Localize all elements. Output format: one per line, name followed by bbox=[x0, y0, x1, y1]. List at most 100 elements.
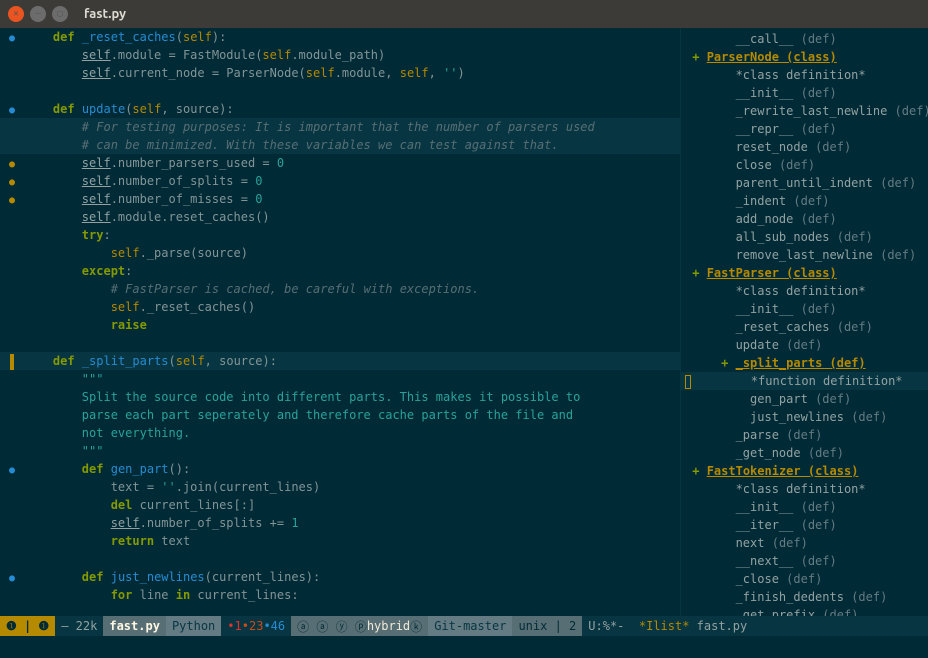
outline-item[interactable]: __init__ (def) bbox=[681, 300, 928, 318]
code-line[interactable]: self._reset_caches() bbox=[0, 298, 680, 316]
maximize-icon[interactable]: ▢ bbox=[52, 6, 68, 22]
code-line[interactable]: """ bbox=[0, 442, 680, 460]
gutter: ● bbox=[0, 568, 24, 586]
code-line[interactable]: self.module.reset_caches() bbox=[0, 208, 680, 226]
gutter bbox=[0, 478, 24, 496]
outline-item[interactable]: __init__ (def) bbox=[681, 84, 928, 102]
outline-item[interactable]: _indent (def) bbox=[681, 192, 928, 210]
outline-item[interactable]: *class definition* bbox=[681, 480, 928, 498]
gutter bbox=[0, 64, 24, 82]
outline-item[interactable]: *class definition* bbox=[681, 282, 928, 300]
outline-item[interactable]: add_node (def) bbox=[681, 210, 928, 228]
code-line[interactable]: try: bbox=[0, 226, 680, 244]
gutter bbox=[0, 514, 24, 532]
minimize-icon[interactable]: – bbox=[30, 6, 46, 22]
gutter bbox=[0, 406, 24, 424]
outline-item[interactable]: + FastParser (class) bbox=[681, 264, 928, 282]
outline-item[interactable]: close (def) bbox=[681, 156, 928, 174]
close-icon[interactable]: ✕ bbox=[8, 6, 24, 22]
gutter bbox=[0, 208, 24, 226]
outline-item[interactable]: _get_prefix (def) bbox=[681, 606, 928, 616]
sb-mode: Python bbox=[166, 616, 221, 636]
code-line[interactable]: ● self.number_of_misses = 0 bbox=[0, 190, 680, 208]
code-line[interactable]: # can be minimized. With these variables… bbox=[0, 136, 680, 154]
outline-item[interactable]: + FastTokenizer (class) bbox=[681, 462, 928, 480]
code-line[interactable] bbox=[0, 82, 680, 100]
code-line[interactable]: not everything. bbox=[0, 424, 680, 442]
sb-position: — 22k bbox=[55, 616, 103, 636]
code-line[interactable]: Split the source code into different par… bbox=[0, 388, 680, 406]
outline-item[interactable]: _close (def) bbox=[681, 570, 928, 588]
code-line[interactable]: ● self.number_of_splits = 0 bbox=[0, 172, 680, 190]
sb-minor: ⓐ ⓐ ⓨ ⓟ hybrid ⓚ bbox=[291, 616, 428, 636]
code-line[interactable]: parse each part seperately and therefore… bbox=[0, 406, 680, 424]
code-line[interactable]: for line in current_lines: bbox=[0, 586, 680, 604]
gutter bbox=[0, 244, 24, 262]
outline-item[interactable]: __repr__ (def) bbox=[681, 120, 928, 138]
outline-item[interactable]: _rewrite_last_newline (def) bbox=[681, 102, 928, 120]
outline-item[interactable]: __init__ (def) bbox=[681, 498, 928, 516]
gutter bbox=[0, 388, 24, 406]
code-line[interactable]: except: bbox=[0, 262, 680, 280]
gutter bbox=[0, 532, 24, 550]
code-line[interactable]: self.module = FastModule(self.module_pat… bbox=[0, 46, 680, 64]
outline-item[interactable]: *function definition* bbox=[681, 372, 928, 390]
gutter bbox=[0, 424, 24, 442]
outline-item[interactable]: _finish_dedents (def) bbox=[681, 588, 928, 606]
sb-filename: fast.py bbox=[103, 616, 166, 636]
outline-item[interactable]: next (def) bbox=[681, 534, 928, 552]
outline-item[interactable]: + _split_parts (def) bbox=[681, 354, 928, 372]
outline-item[interactable]: all_sub_nodes (def) bbox=[681, 228, 928, 246]
outline-item[interactable]: + ParserNode (class) bbox=[681, 48, 928, 66]
code-line[interactable]: self._parse(source) bbox=[0, 244, 680, 262]
code-line[interactable] bbox=[0, 334, 680, 352]
gutter: ● bbox=[0, 190, 24, 208]
outline-pane[interactable]: __call__ (def) + ParserNode (class) *cla… bbox=[680, 28, 928, 616]
gutter: ● bbox=[0, 28, 24, 46]
gutter bbox=[0, 118, 24, 136]
code-line[interactable] bbox=[0, 550, 680, 568]
outline-item[interactable]: __iter__ (def) bbox=[681, 516, 928, 534]
code-line[interactable]: ● def update(self, source): bbox=[0, 100, 680, 118]
code-line[interactable]: def _split_parts(self, source): bbox=[0, 352, 680, 370]
outline-item[interactable]: parent_until_indent (def) bbox=[681, 174, 928, 192]
code-line[interactable]: self.current_node = ParserNode(self.modu… bbox=[0, 64, 680, 82]
outline-item[interactable]: __next__ (def) bbox=[681, 552, 928, 570]
statusbar: ❶ | ❶ — 22k fast.py Python •1 •23 •46 ⓐ … bbox=[0, 616, 928, 636]
code-line[interactable]: ● def gen_part(): bbox=[0, 460, 680, 478]
outline-item[interactable]: _get_node (def) bbox=[681, 444, 928, 462]
sb-encoding: unix | 2 bbox=[512, 616, 582, 636]
gutter bbox=[0, 316, 24, 334]
code-line[interactable]: raise bbox=[0, 316, 680, 334]
outline-item[interactable]: _parse (def) bbox=[681, 426, 928, 444]
titlebar: ✕ – ▢ fast.py bbox=[0, 0, 928, 28]
code-line[interactable]: del current_lines[:] bbox=[0, 496, 680, 514]
code-line[interactable]: return text bbox=[0, 532, 680, 550]
outline-item[interactable]: _reset_caches (def) bbox=[681, 318, 928, 336]
code-pane[interactable]: ● def _reset_caches(self): self.module =… bbox=[0, 28, 680, 616]
code-line[interactable]: ● def just_newlines(current_lines): bbox=[0, 568, 680, 586]
code-line[interactable]: """ bbox=[0, 370, 680, 388]
outline-item[interactable]: __call__ (def) bbox=[681, 30, 928, 48]
code-line[interactable]: self.number_of_splits += 1 bbox=[0, 514, 680, 532]
outline-item[interactable]: reset_node (def) bbox=[681, 138, 928, 156]
gutter: ● bbox=[0, 100, 24, 118]
sb-flycheck: •1 •23 •46 bbox=[221, 616, 291, 636]
outline-item[interactable]: update (def) bbox=[681, 336, 928, 354]
echo-area[interactable] bbox=[0, 636, 928, 658]
outline-item[interactable]: *class definition* bbox=[681, 66, 928, 84]
code-line[interactable]: text = ''.join(current_lines) bbox=[0, 478, 680, 496]
code-line[interactable]: # FastParser is cached, be careful with … bbox=[0, 280, 680, 298]
outline-item[interactable]: remove_last_newline (def) bbox=[681, 246, 928, 264]
gutter bbox=[0, 136, 24, 154]
gutter bbox=[0, 370, 24, 388]
gutter bbox=[0, 550, 24, 568]
code-line[interactable]: ● def _reset_caches(self): bbox=[0, 28, 680, 46]
gutter: ● bbox=[0, 172, 24, 190]
code-line[interactable]: ● self.number_parsers_used = 0 bbox=[0, 154, 680, 172]
sb-insert: ❶ | ❶ bbox=[0, 616, 55, 636]
code-line[interactable]: # For testing purposes: It is important … bbox=[0, 118, 680, 136]
cursor-icon bbox=[685, 375, 691, 389]
outline-item[interactable]: just_newlines (def) bbox=[681, 408, 928, 426]
outline-item[interactable]: gen_part (def) bbox=[681, 390, 928, 408]
